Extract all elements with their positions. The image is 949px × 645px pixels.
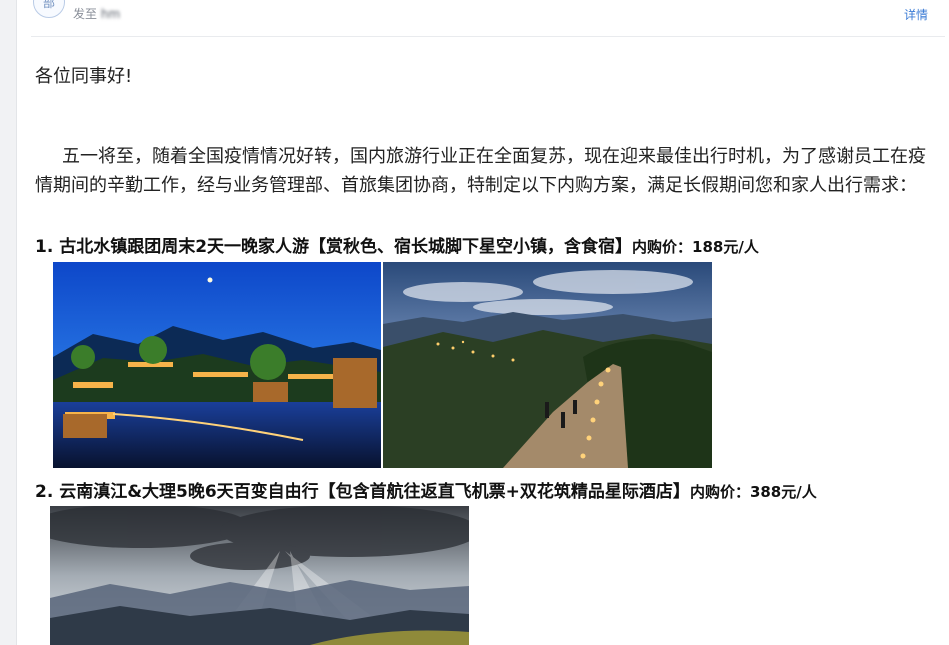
email-header: 部 发至 hm 详情 [17,0,949,37]
greeting: 各位同事好! [35,66,133,87]
details-link[interactable]: 详情 [904,6,928,23]
recipient-name[interactable]: hm [101,7,120,21]
offer-title-text-2: 2. 云南滇江&大理5晚6天百变自由行【包含首航往返直飞机票+双花筑精品星际酒店… [35,482,690,502]
recipient-line: 发至 hm [73,5,120,22]
offer-title-2: 2. 云南滇江&大理5晚6天百变自由行【包含首航往返直飞机票+双花筑精品星际酒店… [35,481,817,503]
sendto-label: 发至 [73,7,98,21]
offer-title-1: 1. 古北水镇跟团周末2天一晚家人游【赏秋色、宿长城脚下星空小镇，含食宿】内购价… [35,236,759,258]
header-divider [31,36,945,37]
great-wall-photo[interactable] [383,262,712,468]
water-town-photo[interactable] [53,262,381,468]
intro-paragraph: 五一将至，随着全国疫情情况好转，国内旅游行业正在全面复苏，现在迎来最佳出行时机，… [35,146,926,196]
offer-price-2: 内购价：388元/人 [689,483,817,501]
yunnan-landscape-photo[interactable] [50,506,469,645]
offer-price-1: 内购价：188元/人 [632,238,759,256]
offer-title-text-1: 1. 古北水镇跟团周末2天一晚家人游【赏秋色、宿长城脚下星空小镇，含食宿】 [35,237,633,257]
email-panel: 部 发至 hm 详情 各位同事好! 五一将至，随着全国疫情情况好转，国内旅游行业… [16,0,949,645]
sender-avatar[interactable]: 部 [33,0,65,18]
